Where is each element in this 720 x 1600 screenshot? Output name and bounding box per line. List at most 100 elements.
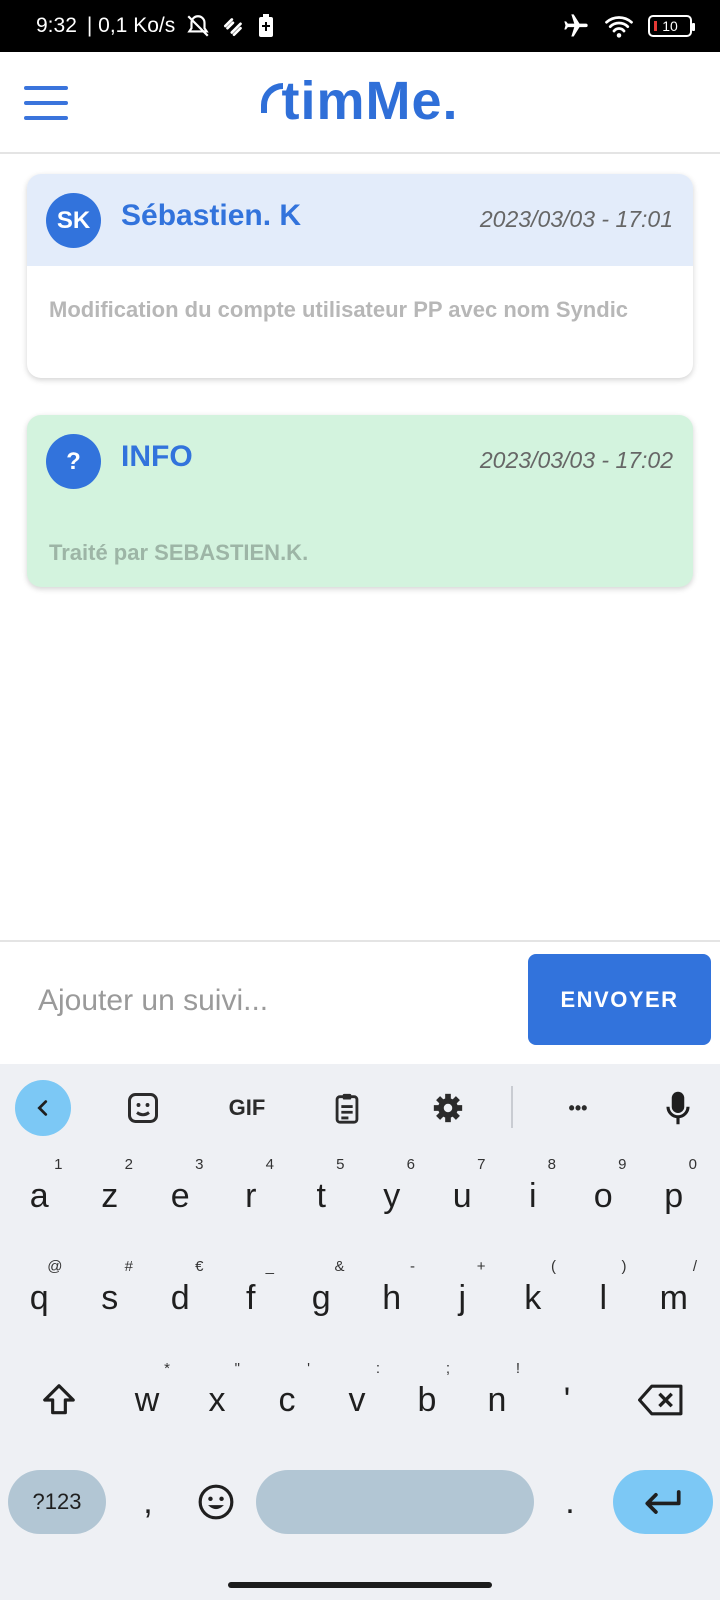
key-z[interactable]: z2 bbox=[75, 1146, 146, 1246]
message-timestamp: 2023/03/03 - 17:01 bbox=[479, 206, 673, 232]
key-r[interactable]: r4 bbox=[216, 1146, 287, 1246]
key-k[interactable]: k( bbox=[498, 1248, 569, 1348]
message-author: INFO bbox=[121, 440, 193, 473]
key-hint: 1 bbox=[54, 1156, 63, 1173]
key-s[interactable]: s # bbox=[75, 1248, 146, 1348]
message-body: Traité par SEBASTIEN.K. bbox=[49, 540, 309, 565]
home-indicator[interactable] bbox=[228, 1582, 492, 1588]
key-hint: ) bbox=[621, 1258, 627, 1275]
key-q[interactable]: q @ bbox=[4, 1248, 75, 1348]
key-f[interactable]: f _ bbox=[216, 1248, 287, 1348]
key-n[interactable]: n! bbox=[462, 1350, 532, 1450]
key-hint: : bbox=[375, 1360, 380, 1377]
key-b[interactable]: b; bbox=[392, 1350, 462, 1450]
key-label: i bbox=[528, 1176, 537, 1215]
help-icon: ? bbox=[46, 434, 101, 489]
key-hint: 5 bbox=[336, 1156, 345, 1173]
space-key[interactable] bbox=[256, 1470, 534, 1534]
key-label: a bbox=[29, 1176, 49, 1215]
key-hint: ! bbox=[515, 1360, 520, 1377]
key-hint: 0 bbox=[688, 1156, 697, 1173]
keyboard: GIF ••• a1z2e3r4t5y6u7i8o9p0 q @ s # d € f _ g & h… bbox=[0, 1064, 720, 1600]
message-author: Sébastien. K bbox=[121, 199, 302, 232]
key-label: w bbox=[134, 1380, 160, 1419]
key-hint: - bbox=[410, 1258, 415, 1275]
keyboard-toolbar: GIF ••• bbox=[0, 1064, 720, 1146]
key-label: v bbox=[348, 1380, 366, 1419]
key-hint: & bbox=[334, 1258, 345, 1275]
key-hint: / bbox=[692, 1258, 697, 1275]
info-card: ? INFO 2023/03/03 - 17:02 Traité par SEB… bbox=[27, 415, 693, 587]
emoji-icon[interactable] bbox=[186, 1452, 246, 1552]
microphone-icon[interactable] bbox=[650, 1080, 706, 1136]
key-label: k bbox=[524, 1278, 542, 1317]
key-hint: 2 bbox=[124, 1156, 133, 1173]
key-o[interactable]: o9 bbox=[568, 1146, 639, 1246]
key-v[interactable]: v: bbox=[322, 1350, 392, 1450]
key-d[interactable]: d € bbox=[145, 1248, 216, 1348]
key-label: y bbox=[383, 1176, 401, 1215]
message-body: Modification du compte utilisateur PP av… bbox=[49, 297, 629, 322]
key-label: z bbox=[101, 1176, 119, 1215]
comma-key[interactable]: , bbox=[118, 1452, 178, 1552]
key-j[interactable]: j + bbox=[427, 1248, 498, 1348]
key-label: f bbox=[246, 1278, 256, 1317]
key-hint: 4 bbox=[265, 1156, 274, 1173]
enter-key[interactable] bbox=[613, 1470, 713, 1534]
key-label: ' bbox=[563, 1380, 571, 1419]
alarm-off-icon bbox=[185, 13, 211, 39]
key-t[interactable]: t5 bbox=[286, 1146, 357, 1246]
key-h[interactable]: h- bbox=[357, 1248, 428, 1348]
key-hint: ; bbox=[445, 1360, 450, 1377]
key-label: t bbox=[316, 1176, 326, 1215]
more-options-button[interactable]: ••• bbox=[548, 1080, 608, 1136]
key-label: u bbox=[452, 1176, 472, 1215]
key-label: e bbox=[170, 1176, 190, 1215]
key-label: q bbox=[29, 1278, 49, 1317]
key-m[interactable]: m / bbox=[639, 1248, 710, 1348]
key-p[interactable]: p0 bbox=[639, 1146, 710, 1246]
key-y[interactable]: y6 bbox=[357, 1146, 428, 1246]
symbols-key[interactable]: ?123 bbox=[8, 1470, 106, 1534]
avatar: SK bbox=[46, 193, 101, 248]
toolbar-divider bbox=[511, 1086, 513, 1128]
battery-icon: 10 bbox=[648, 15, 695, 37]
gif-button[interactable]: GIF bbox=[217, 1080, 277, 1136]
key-g[interactable]: g & bbox=[286, 1248, 357, 1348]
key-a[interactable]: a1 bbox=[4, 1146, 75, 1246]
shift-key[interactable] bbox=[24, 1350, 94, 1450]
key-label: o bbox=[593, 1176, 613, 1215]
key-hint: € bbox=[195, 1258, 204, 1275]
follow-up-input[interactable] bbox=[18, 956, 508, 1046]
key-label: r bbox=[245, 1176, 257, 1215]
key-i[interactable]: i8 bbox=[498, 1146, 569, 1246]
key-hint: # bbox=[124, 1258, 133, 1275]
chevron-left-icon[interactable] bbox=[15, 1080, 71, 1136]
key-label: g bbox=[311, 1278, 331, 1317]
key-label: p bbox=[664, 1176, 684, 1215]
key-l[interactable]: l) bbox=[568, 1248, 639, 1348]
key-hint: @ bbox=[47, 1258, 63, 1275]
key-c[interactable]: c ' bbox=[252, 1350, 322, 1450]
key-label: b bbox=[417, 1380, 437, 1419]
clipboard-icon[interactable] bbox=[319, 1080, 375, 1136]
key-hint: 8 bbox=[547, 1156, 556, 1173]
key-hint: 3 bbox=[195, 1156, 204, 1173]
key-w[interactable]: w * bbox=[112, 1350, 182, 1450]
app-bar: timMe. bbox=[0, 52, 720, 154]
key-e[interactable]: e3 bbox=[145, 1146, 216, 1246]
airplane-icon bbox=[562, 12, 590, 40]
message-header: SK Sébastien. K 2023/03/03 - 17:01 bbox=[27, 174, 693, 266]
backspace-key[interactable] bbox=[626, 1350, 696, 1450]
key-apostrophe[interactable]: ' bbox=[532, 1350, 602, 1450]
key-label: s bbox=[101, 1278, 119, 1317]
send-button[interactable]: ENVOYER bbox=[528, 954, 711, 1045]
key-x[interactable]: x " bbox=[182, 1350, 252, 1450]
key-u[interactable]: u7 bbox=[427, 1146, 498, 1246]
wifi-icon bbox=[604, 13, 634, 39]
key-label: d bbox=[170, 1278, 190, 1317]
key-hint: * bbox=[164, 1360, 170, 1377]
gear-icon[interactable] bbox=[420, 1080, 476, 1136]
period-key[interactable]: . bbox=[540, 1452, 600, 1552]
sticker-icon[interactable] bbox=[115, 1080, 171, 1136]
